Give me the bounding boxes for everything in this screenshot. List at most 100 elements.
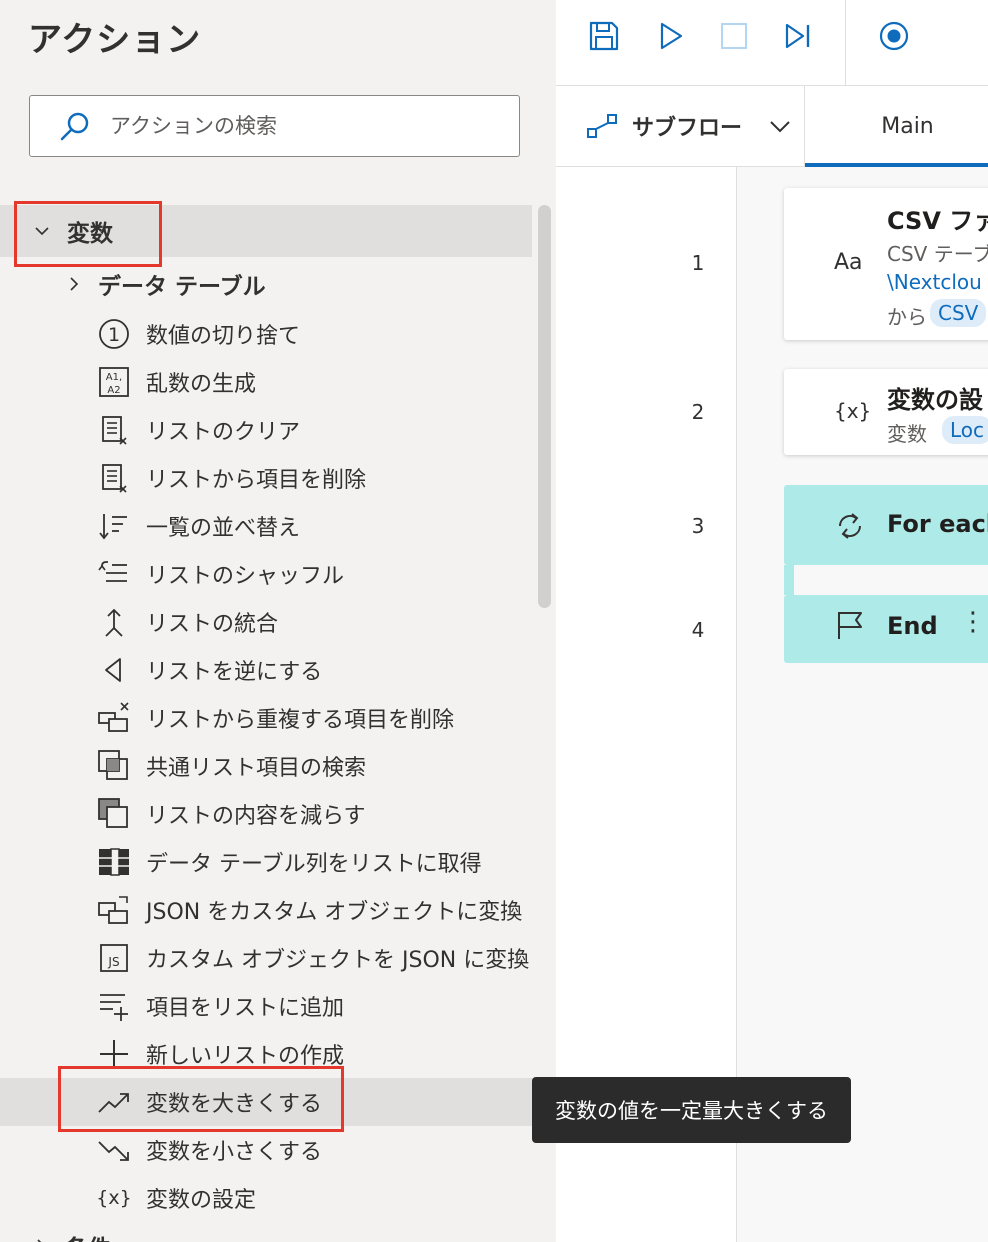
- variable-braces-icon: {x}: [834, 399, 872, 423]
- remove-list-item-icon: [96, 460, 132, 496]
- random-number-icon: A1, A2: [96, 364, 132, 400]
- action-item[interactable]: {x} 変数の設定: [0, 1174, 532, 1222]
- action-item-label: 変数を大きくする: [146, 1092, 323, 1117]
- toolbar-divider: [845, 0, 846, 85]
- plus-icon: [96, 1036, 132, 1072]
- subflows-dropdown[interactable]: サブフロー: [586, 106, 792, 146]
- action-item[interactable]: 一覧の並べ替え: [0, 502, 532, 550]
- run-button[interactable]: [652, 18, 688, 54]
- tab-main[interactable]: Main: [805, 86, 988, 167]
- end-block[interactable]: End ⋮: [784, 595, 988, 663]
- step-path-link[interactable]: \Nextclou: [887, 270, 982, 294]
- action-item[interactable]: リストから項目を削除: [0, 454, 532, 502]
- flag-icon: [838, 612, 862, 639]
- search-input[interactable]: [110, 96, 510, 155]
- step-title: For each: [887, 510, 988, 538]
- variable-chip[interactable]: CSV: [930, 299, 987, 327]
- object-to-json-icon: JS: [96, 940, 132, 976]
- circled-one-icon: 1: [96, 316, 132, 352]
- subflow-icon: [587, 114, 617, 138]
- play-icon: [660, 22, 683, 50]
- step-title: 変数の設: [887, 386, 983, 414]
- svg-text:1: 1: [108, 324, 120, 346]
- flow-step-card[interactable]: Aa CSV ファイ CSV テーブ \Nextclou から CSV: [784, 188, 988, 340]
- for-each-block[interactable]: For each: [784, 485, 988, 565]
- trend-down-icon: [96, 1132, 132, 1168]
- step-title: CSV ファイ: [887, 207, 988, 235]
- step-description-prefix: から: [887, 305, 927, 329]
- loop-icon: [839, 513, 861, 539]
- step-forward-icon: [785, 23, 810, 49]
- run-next-action-button[interactable]: [780, 18, 816, 54]
- action-item-label: データ テーブル列をリストに取得: [146, 852, 482, 877]
- action-item[interactable]: リストの内容を減らす: [0, 790, 532, 838]
- category-conditions[interactable]: 条件: [0, 1222, 532, 1242]
- json-to-object-icon: [96, 892, 132, 928]
- merge-lists-icon: [96, 604, 132, 640]
- svg-text:A1,: A1,: [106, 372, 122, 383]
- remove-duplicates-icon: [96, 700, 132, 736]
- actions-pane: アクション 変数 データ テーブル 1 数値の切り捨て A1,A2 乱数の生成: [0, 0, 556, 1242]
- scrollbar-thumb[interactable]: [538, 205, 551, 608]
- action-item[interactable]: リストのクリア: [0, 406, 532, 454]
- variable-braces-icon: {x}: [96, 1180, 132, 1216]
- action-item-label: 変数の設定: [146, 1188, 257, 1213]
- action-item-label: 一覧の並べ替え: [146, 516, 301, 541]
- reverse-list-icon: [96, 652, 132, 688]
- action-item[interactable]: データ テーブル列をリストに取得: [0, 838, 532, 886]
- pane-title: アクション: [28, 20, 202, 60]
- shuffle-list-icon: [96, 556, 132, 592]
- tab-main-label: Main: [881, 113, 934, 139]
- trend-up-icon: [96, 1084, 132, 1120]
- action-item[interactable]: 共通リスト項目の検索: [0, 742, 532, 790]
- chevron-down-icon: [35, 227, 49, 236]
- search-box[interactable]: [29, 95, 520, 157]
- stop-button[interactable]: [716, 18, 752, 54]
- action-item[interactable]: 新しいリストの作成: [0, 1030, 532, 1078]
- svg-text:JS: JS: [107, 955, 119, 969]
- step-description: CSV テーブ: [887, 242, 988, 266]
- flow-step-card[interactable]: {x} 変数の設 変数 Loc: [784, 369, 988, 455]
- action-item-label: リストのクリア: [146, 420, 301, 445]
- action-item[interactable]: リストの統合: [0, 598, 532, 646]
- action-item-label: カスタム オブジェクトを JSON に変換: [146, 948, 530, 973]
- chevron-right-icon: [37, 1239, 42, 1242]
- action-item[interactable]: リストのシャッフル: [0, 550, 532, 598]
- tooltip: 変数の値を一定量大きくする: [532, 1077, 851, 1143]
- loop-body-rail: [784, 565, 794, 595]
- subflow-label: サブフロー: [632, 116, 743, 141]
- svg-text:A2: A2: [107, 385, 120, 396]
- text-icon: Aa: [834, 250, 863, 275]
- action-item-label: リストの内容を減らす: [146, 804, 366, 829]
- action-item[interactable]: JSON をカスタム オブジェクトに変換: [0, 886, 532, 934]
- action-item[interactable]: A1, A2 乱数の生成: [0, 358, 532, 406]
- datatable-column-icon: [96, 844, 132, 880]
- stop-icon: [721, 23, 747, 49]
- line-number: 3: [691, 514, 705, 538]
- action-item[interactable]: 変数を小さくする: [0, 1126, 532, 1174]
- variable-chip[interactable]: Loc: [942, 416, 988, 444]
- category-variables[interactable]: 変数: [0, 205, 532, 257]
- action-item[interactable]: JS カスタム オブジェクトを JSON に変換: [0, 934, 532, 982]
- action-item-label: リストを逆にする: [146, 660, 323, 685]
- subtract-lists-icon: [96, 796, 132, 832]
- action-item[interactable]: 項目をリストに追加: [0, 982, 532, 1030]
- action-item[interactable]: 1 数値の切り捨て: [0, 310, 532, 358]
- save-button[interactable]: [586, 18, 622, 54]
- action-item-label: 項目をリストに追加: [146, 996, 345, 1021]
- action-item-increase-variable[interactable]: 変数を大きくする: [0, 1078, 556, 1126]
- subcategory-label: データ テーブル: [98, 274, 266, 300]
- action-item-label: リストから重複する項目を削除: [146, 708, 455, 733]
- action-item[interactable]: リストを逆にする: [0, 646, 532, 694]
- record-button[interactable]: [876, 18, 912, 54]
- sort-list-icon: [96, 508, 132, 544]
- action-item-label: リストのシャッフル: [146, 564, 345, 589]
- action-item[interactable]: リストから重複する項目を削除: [0, 694, 532, 742]
- subcategory-datatable[interactable]: データ テーブル: [0, 260, 532, 308]
- chevron-right-icon: [70, 277, 79, 291]
- action-item-label: 変数を小さくする: [146, 1140, 323, 1165]
- more-options-icon[interactable]: ⋮: [960, 609, 986, 635]
- record-icon: [879, 21, 909, 51]
- tab-bar: サブフロー Main: [556, 86, 988, 167]
- save-icon: [589, 21, 619, 51]
